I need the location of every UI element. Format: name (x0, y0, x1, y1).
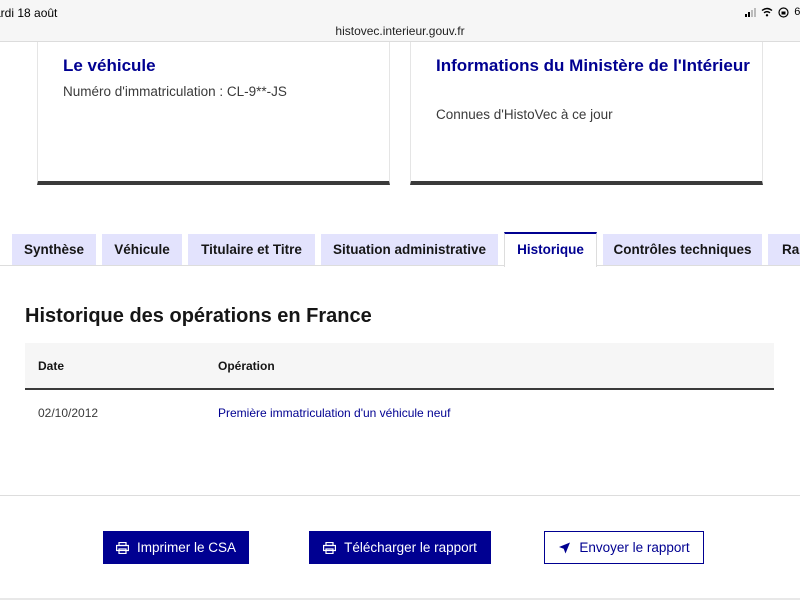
registration-number: Numéro d'immatriculation : CL-9**-JS (63, 84, 287, 99)
tab-titulaire-titre[interactable]: Titulaire et Titre (188, 234, 315, 266)
tab-situation-administrative[interactable]: Situation administrative (321, 234, 498, 266)
battery-percent: 6( (794, 6, 800, 18)
download-report-button[interactable]: Télécharger le rapport (309, 531, 491, 564)
send-report-button[interactable]: Envoyer le rapport (544, 531, 704, 564)
wifi-icon (761, 7, 773, 17)
send-report-label: Envoyer le rapport (579, 540, 690, 555)
status-indicators: 6( (745, 6, 800, 18)
tab-vehicule[interactable]: Véhicule (102, 234, 182, 266)
vehicle-card-title: Le véhicule (63, 56, 156, 75)
column-header-operation: Opération (218, 359, 275, 373)
send-icon (559, 542, 571, 553)
download-report-label: Télécharger le rapport (344, 540, 477, 555)
print-csa-label: Imprimer le CSA (136, 540, 236, 555)
ministry-info-card: Informations du Ministère de l'Intérieur… (410, 42, 763, 185)
table-header: Date Opération (25, 343, 774, 390)
signal-icon (745, 7, 757, 17)
tab-rapport[interactable]: Rap (768, 234, 800, 266)
table-row: 02/10/2012 Première immatriculation d'un… (25, 390, 774, 436)
tab-controles-techniques[interactable]: Contrôles techniques (603, 234, 762, 266)
ministry-card-subtitle: Connues d'HistoVec à ce jour (436, 107, 613, 122)
history-table: Date Opération 02/10/2012 Première immat… (25, 343, 774, 436)
history-title: Historique des opérations en France (25, 305, 372, 327)
address-bar[interactable]: histovec.interieur.gouv.fr (0, 22, 800, 42)
report-tabs: Synthèse Véhicule Titulaire et Titre Sit… (0, 232, 800, 267)
row-operation: Première immatriculation d'un véhicule n… (218, 406, 451, 420)
history-panel: Historique des opérations en France Date… (0, 265, 800, 496)
tab-synthese[interactable]: Synthèse (12, 234, 96, 266)
printer-icon (115, 541, 129, 554)
vehicle-card: Le véhicule Numéro d'immatriculation : C… (37, 42, 390, 185)
column-header-date: Date (38, 359, 65, 373)
status-time: ardi 18 août (0, 6, 58, 20)
orientation-lock-icon (778, 6, 789, 18)
status-bar: ardi 18 août 6( (0, 0, 800, 22)
print-csa-button[interactable]: Imprimer le CSA (103, 531, 249, 564)
row-date: 02/10/2012 (38, 406, 99, 420)
tab-historique[interactable]: Historique (504, 232, 597, 267)
printer-icon (323, 541, 337, 554)
ministry-card-title: Informations du Ministère de l'Intérieur (436, 56, 750, 75)
url-text: histovec.interieur.gouv.fr (335, 24, 465, 38)
